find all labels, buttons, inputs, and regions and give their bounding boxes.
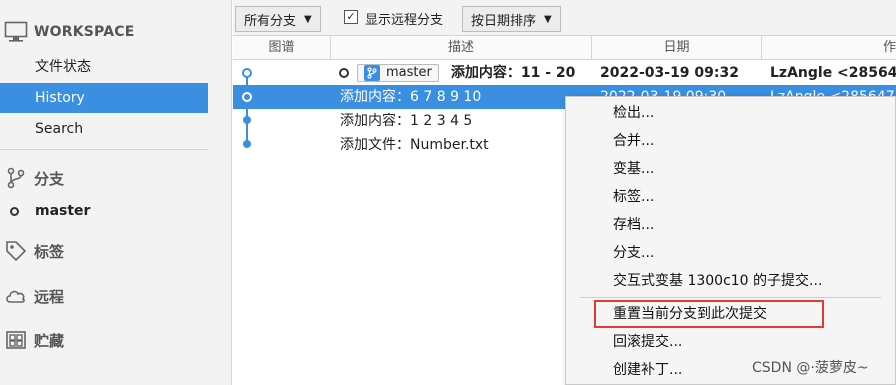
show-remote-checkbox[interactable]: ✓ bbox=[344, 10, 358, 24]
row-date: 2022-03-19 09:32 bbox=[600, 65, 739, 81]
branch-filter-value: 所有分支 bbox=[244, 13, 297, 29]
context-menu: 检出... 合并... 变基... 标签... 存档... 分支... 交互式变… bbox=[565, 96, 896, 385]
toolbar: 所有分支 ▼ bbox=[233, 0, 896, 36]
commit-message: 添加内容：11 - 20 bbox=[450, 65, 576, 81]
column-graph[interactable]: 图谱 bbox=[233, 36, 331, 60]
menu-item-archive[interactable]: 存档... bbox=[566, 211, 895, 239]
remotes-section[interactable]: 远程 bbox=[4, 282, 64, 310]
sidebar: WORKSPACE 文件状态 History Search 分支 master … bbox=[0, 0, 232, 385]
graph-line bbox=[246, 73, 248, 145]
menu-item-revert[interactable]: 回滚提交... bbox=[566, 328, 895, 356]
table-header: 图谱 描述 日期 作 bbox=[233, 36, 896, 60]
sort-value: 按日期排序 bbox=[471, 13, 537, 29]
menu-item-interactive-rebase[interactable]: 交互式变基 1300c10 的子提交... bbox=[566, 267, 895, 295]
branches-label: 分支 bbox=[34, 169, 65, 188]
sidebar-divider bbox=[0, 149, 208, 150]
menu-item-branch[interactable]: 分支... bbox=[566, 239, 895, 267]
row-description: 添加文件：Number.txt bbox=[340, 137, 489, 153]
column-date[interactable]: 日期 bbox=[592, 36, 762, 60]
cloud-icon bbox=[6, 290, 25, 303]
monitor-icon bbox=[4, 21, 28, 42]
menu-item-merge[interactable]: 合并... bbox=[566, 127, 895, 155]
tag-icon bbox=[6, 241, 27, 262]
current-branch-icon bbox=[10, 206, 19, 216]
graph-node bbox=[242, 68, 252, 78]
row-description: master 添加内容：11 - 20 bbox=[339, 61, 575, 85]
row-description: 添加内容：6 7 8 9 10 bbox=[340, 89, 482, 105]
stash-icon bbox=[6, 331, 26, 349]
workspace-header[interactable]: WORKSPACE bbox=[4, 18, 135, 46]
column-author[interactable]: 作 bbox=[762, 36, 896, 60]
menu-item-checkout[interactable]: 检出... bbox=[566, 99, 895, 127]
menu-item-rebase[interactable]: 变基... bbox=[566, 155, 895, 183]
sidebar-item-file-status[interactable]: 文件状态 bbox=[0, 52, 208, 82]
branch-badge[interactable]: master bbox=[357, 64, 439, 82]
graph-node bbox=[242, 92, 252, 102]
branches-section[interactable]: 分支 bbox=[4, 164, 64, 192]
branch-icon bbox=[364, 65, 380, 81]
branch-filter-dropdown[interactable]: 所有分支 ▼ bbox=[235, 6, 321, 32]
chevron-down-icon: ▼ bbox=[304, 13, 312, 25]
watermark: CSDN @·菠萝皮~ bbox=[752, 360, 869, 376]
tags-label: 标签 bbox=[34, 242, 65, 261]
menu-item-tag[interactable]: 标签... bbox=[566, 183, 895, 211]
sort-dropdown[interactable]: 按日期排序 ▼ bbox=[462, 6, 561, 32]
menu-separator bbox=[580, 297, 881, 298]
graph-node bbox=[243, 140, 251, 148]
column-description[interactable]: 描述 bbox=[331, 36, 592, 60]
row-author: LzAngle <285647 bbox=[770, 65, 896, 81]
remotes-label: 远程 bbox=[34, 287, 65, 306]
branch-name: master bbox=[35, 203, 91, 219]
branch-icon bbox=[7, 167, 25, 189]
head-icon bbox=[339, 68, 349, 78]
branch-item-master[interactable]: master bbox=[10, 200, 90, 222]
sidebar-item-history[interactable]: History bbox=[0, 83, 208, 113]
show-remote-label: 显示远程分支 bbox=[365, 13, 444, 28]
tags-section[interactable]: 标签 bbox=[4, 237, 64, 265]
table-row[interactable]: master 添加内容：11 - 20 2022-03-19 09:32 LzAn… bbox=[233, 61, 896, 85]
highlight-box bbox=[594, 300, 824, 328]
stashes-label: 贮藏 bbox=[34, 331, 65, 350]
row-description: 添加内容：1 2 3 4 5 bbox=[340, 113, 473, 129]
graph-node bbox=[243, 116, 251, 124]
branch-badge-label: master bbox=[386, 65, 432, 80]
stashes-section[interactable]: 贮藏 bbox=[4, 326, 64, 354]
sidebar-item-search[interactable]: Search bbox=[0, 114, 208, 144]
workspace-label: WORKSPACE bbox=[34, 24, 135, 40]
chevron-down-icon: ▼ bbox=[544, 13, 552, 25]
